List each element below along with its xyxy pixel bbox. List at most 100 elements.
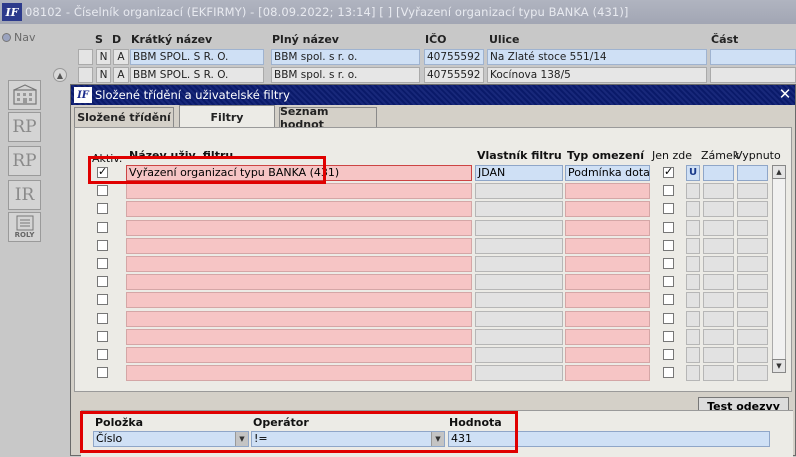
lock-detail-field[interactable] xyxy=(703,347,734,363)
cell-part[interactable] xyxy=(710,49,796,65)
active-checkbox[interactable] xyxy=(97,203,108,214)
filter-row[interactable] xyxy=(75,292,793,309)
filter-name-field[interactable] xyxy=(126,238,472,254)
item-select[interactable]: Číslo ▼ xyxy=(93,431,249,447)
active-checkbox[interactable] xyxy=(97,294,108,305)
only-here-checkbox[interactable] xyxy=(663,367,674,378)
lock-detail-field[interactable] xyxy=(703,238,734,254)
disabled-field[interactable] xyxy=(737,238,768,254)
lock-field[interactable] xyxy=(686,329,700,345)
filter-name-field[interactable] xyxy=(126,274,472,290)
restriction-type-field[interactable]: Podmínka dotazu xyxy=(565,165,650,181)
lock-field[interactable] xyxy=(686,311,700,327)
lock-field[interactable] xyxy=(686,274,700,290)
disabled-field[interactable] xyxy=(737,201,768,217)
owner-field[interactable] xyxy=(475,292,563,308)
restriction-type-field[interactable] xyxy=(565,292,650,308)
active-checkbox[interactable] xyxy=(97,276,108,287)
filter-name-field[interactable] xyxy=(126,292,472,308)
owner-field[interactable] xyxy=(475,311,563,327)
lock-detail-field[interactable] xyxy=(703,165,734,181)
only-here-checkbox[interactable] xyxy=(663,349,674,360)
active-checkbox[interactable] xyxy=(97,222,108,233)
lock-detail-field[interactable] xyxy=(703,220,734,236)
dialog-title-bar[interactable]: IF Složené třídění a uživatelské filtry xyxy=(71,85,795,105)
tab-value-list[interactable]: Seznam hodnot xyxy=(279,105,377,131)
only-here-checkbox[interactable] xyxy=(663,185,674,196)
filter-name-field[interactable] xyxy=(126,220,472,236)
filter-name-field[interactable] xyxy=(126,365,472,381)
filter-name-field[interactable]: Vyřazení organizací typu BANKA (431) xyxy=(126,165,472,181)
lock-detail-field[interactable] xyxy=(703,292,734,308)
cell-full-name[interactable]: BBM spol. s r. o. xyxy=(271,49,420,65)
filter-name-field[interactable] xyxy=(126,183,472,199)
cell-ico[interactable]: 40755592 xyxy=(424,49,484,65)
disabled-field[interactable] xyxy=(737,220,768,236)
filter-row[interactable] xyxy=(75,347,793,364)
disabled-field[interactable] xyxy=(737,329,768,345)
close-icon[interactable]: ✕ xyxy=(777,85,793,103)
only-here-checkbox[interactable] xyxy=(663,276,674,287)
tab-composite-sort[interactable]: Složené třídění xyxy=(74,107,174,127)
lock-detail-field[interactable] xyxy=(703,365,734,381)
lock-detail-field[interactable] xyxy=(703,201,734,217)
filter-name-field[interactable] xyxy=(126,256,472,272)
lock-field[interactable]: U xyxy=(686,165,700,181)
lock-field[interactable] xyxy=(686,256,700,272)
only-here-checkbox[interactable] xyxy=(663,313,674,324)
restriction-type-field[interactable] xyxy=(565,329,650,345)
operator-select[interactable]: != ▼ xyxy=(251,431,445,447)
only-here-checkbox[interactable] xyxy=(663,222,674,233)
cell-s[interactable] xyxy=(78,49,93,65)
owner-field[interactable] xyxy=(475,238,563,254)
cell-street[interactable]: Kocínova 138/5 xyxy=(487,67,707,83)
restriction-type-field[interactable] xyxy=(565,238,650,254)
filters-scrollbar[interactable] xyxy=(772,165,786,373)
only-here-checkbox[interactable] xyxy=(663,165,674,178)
filter-name-field[interactable] xyxy=(126,311,472,327)
only-here-checkbox[interactable] xyxy=(663,203,674,214)
cell-a[interactable]: A xyxy=(113,49,129,65)
report-button-2[interactable]: RP xyxy=(8,146,41,176)
owner-field[interactable]: JDAN xyxy=(475,165,563,181)
nav-toggle[interactable]: Nav xyxy=(2,31,35,44)
filter-row[interactable] xyxy=(75,256,793,273)
disabled-field[interactable] xyxy=(737,165,768,181)
active-checkbox[interactable] xyxy=(97,367,108,378)
tab-filters[interactable]: Filtry xyxy=(179,105,275,128)
owner-field[interactable] xyxy=(475,365,563,381)
cell-s[interactable] xyxy=(78,67,93,83)
disabled-field[interactable] xyxy=(737,365,768,381)
cell-short-name[interactable]: BBM SPOL. S R. O. xyxy=(130,67,264,83)
disabled-field[interactable] xyxy=(737,256,768,272)
active-checkbox[interactable] xyxy=(97,165,108,178)
chevron-down-icon[interactable]: ▼ xyxy=(431,432,444,446)
owner-field[interactable] xyxy=(475,347,563,363)
lock-field[interactable] xyxy=(686,347,700,363)
lock-detail-field[interactable] xyxy=(703,274,734,290)
lock-detail-field[interactable] xyxy=(703,329,734,345)
restriction-type-field[interactable] xyxy=(565,183,650,199)
filter-row[interactable] xyxy=(75,220,793,237)
cell-full-name[interactable]: BBM spol. s r. o. xyxy=(271,67,420,83)
filter-row[interactable] xyxy=(75,183,793,200)
lock-field[interactable] xyxy=(686,238,700,254)
report-button-1[interactable]: RP xyxy=(8,112,41,142)
active-checkbox[interactable] xyxy=(97,313,108,324)
scroll-down-icon[interactable]: ▼ xyxy=(772,359,786,373)
lock-detail-field[interactable] xyxy=(703,183,734,199)
cell-d[interactable]: N xyxy=(96,67,111,83)
ir-report-button[interactable]: IR xyxy=(8,180,41,210)
lock-field[interactable] xyxy=(686,201,700,217)
cell-part[interactable] xyxy=(710,67,796,83)
active-checkbox[interactable] xyxy=(97,240,108,251)
chevron-down-icon[interactable]: ▼ xyxy=(235,432,248,446)
lock-field[interactable] xyxy=(686,220,700,236)
restriction-type-field[interactable] xyxy=(565,365,650,381)
lock-field[interactable] xyxy=(686,183,700,199)
grid-scroll-up-icon[interactable]: ▲ xyxy=(53,68,67,82)
active-checkbox[interactable] xyxy=(97,258,108,269)
only-here-checkbox[interactable] xyxy=(663,331,674,342)
filter-name-field[interactable] xyxy=(126,329,472,345)
only-here-checkbox[interactable] xyxy=(663,240,674,251)
